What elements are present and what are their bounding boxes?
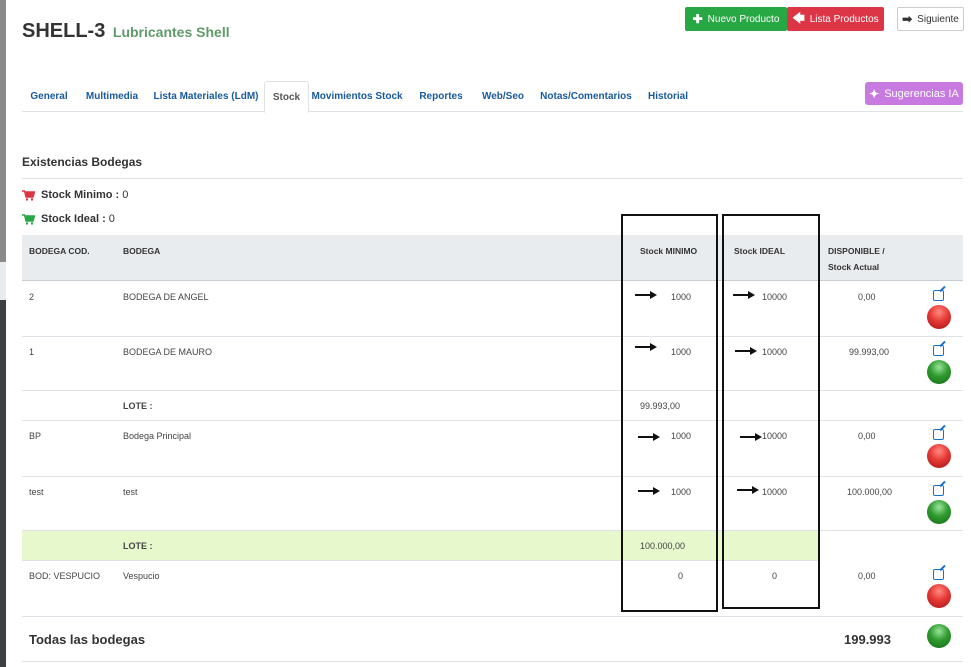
product-list-button[interactable]: 🡄 Lista Productos xyxy=(787,7,884,31)
edit-icon[interactable] xyxy=(933,345,944,356)
tab-movimientos-stock[interactable]: Movimientos Stock xyxy=(311,81,402,112)
total-label: Todas las bodegas xyxy=(29,632,146,647)
edit-icon[interactable] xyxy=(933,290,944,301)
tab-multimedia[interactable]: Multimedia xyxy=(78,81,146,112)
lote-row: LOTE : 99.993,00 xyxy=(22,391,963,421)
cart-icon-red xyxy=(22,189,35,201)
left-edge-strip xyxy=(0,0,6,262)
new-product-button[interactable]: ✚ Nuevo Producto xyxy=(685,7,787,31)
header-code: BODEGA COD. xyxy=(29,246,90,256)
left-edge-strip xyxy=(0,262,6,300)
tab-bar: General Multimedia Lista Materiales (LdM… xyxy=(22,81,963,113)
cart-icon-green xyxy=(22,213,35,225)
annotation-frame-stock-ideal xyxy=(722,214,820,609)
tab-web-seo[interactable]: Web/Seo xyxy=(480,81,526,112)
header-available: DISPONIBLE / xyxy=(828,246,885,256)
product-name: Lubricantes Shell xyxy=(112,24,230,40)
edit-icon[interactable] xyxy=(933,569,944,580)
status-red-icon xyxy=(927,584,951,608)
status-green-icon xyxy=(927,360,951,384)
total-row: Todas las bodegas 199.993 xyxy=(22,617,963,662)
section-title: Existencias Bodegas xyxy=(22,155,143,169)
magic-wand-icon: ✦ xyxy=(869,86,880,101)
table-row: 1 BODEGA DE MAURO 1000 10000 99.993,00 xyxy=(22,337,963,391)
ai-suggestions-button[interactable]: ✦ Sugerencias IA xyxy=(865,82,963,105)
tab-stock[interactable]: Stock xyxy=(264,81,309,113)
table-row: BP Bodega Principal 1000 10000 0,00 xyxy=(22,421,963,477)
tab-historial[interactable]: Historial xyxy=(644,81,692,112)
table-header: BODEGA COD. BODEGA Stock MINIMO Stock ID… xyxy=(22,235,963,281)
tab-general[interactable]: General xyxy=(22,81,76,112)
stock-ideal-summary: Stock Ideal : 0 xyxy=(22,213,115,225)
edit-icon[interactable] xyxy=(933,429,944,440)
status-red-icon xyxy=(927,305,951,329)
tab-notas-comentarios[interactable]: Notas/Comentarios xyxy=(540,81,632,112)
total-value: 199.993 xyxy=(844,632,891,647)
edit-icon[interactable] xyxy=(933,485,944,496)
next-button[interactable]: ➡ Siguiente xyxy=(897,7,964,31)
product-code: SHELL-3 xyxy=(22,20,106,42)
header-available-sub: Stock Actual xyxy=(828,262,880,272)
stock-minimo-summary: Stock Minimo : 0 xyxy=(22,189,128,201)
table-row: test test 1000 10000 100.000,00 xyxy=(22,477,963,531)
annotation-frame-stock-minimo xyxy=(621,214,718,612)
arrow-right-icon: ➡ xyxy=(902,12,913,26)
table-row: 2 BODEGA DE ANGEL 1000 10000 0,00 xyxy=(22,281,963,337)
plus-icon: ✚ xyxy=(692,12,703,26)
page-title: SHELL-3 Lubricantes Shell xyxy=(22,20,230,43)
status-green-icon xyxy=(927,624,951,648)
header-name: BODEGA xyxy=(123,246,161,256)
status-green-icon xyxy=(927,500,951,524)
status-red-icon xyxy=(927,444,951,468)
left-edge-strip xyxy=(0,300,6,667)
tab-lista-materiales[interactable]: Lista Materiales (LdM) xyxy=(150,81,262,112)
table-row: BOD: VESPUCIO Vespucio 0 0 0,00 xyxy=(22,561,963,617)
arrow-left-icon: 🡄 xyxy=(792,10,805,25)
divider xyxy=(22,178,963,179)
tab-reportes[interactable]: Reportes xyxy=(416,81,466,112)
